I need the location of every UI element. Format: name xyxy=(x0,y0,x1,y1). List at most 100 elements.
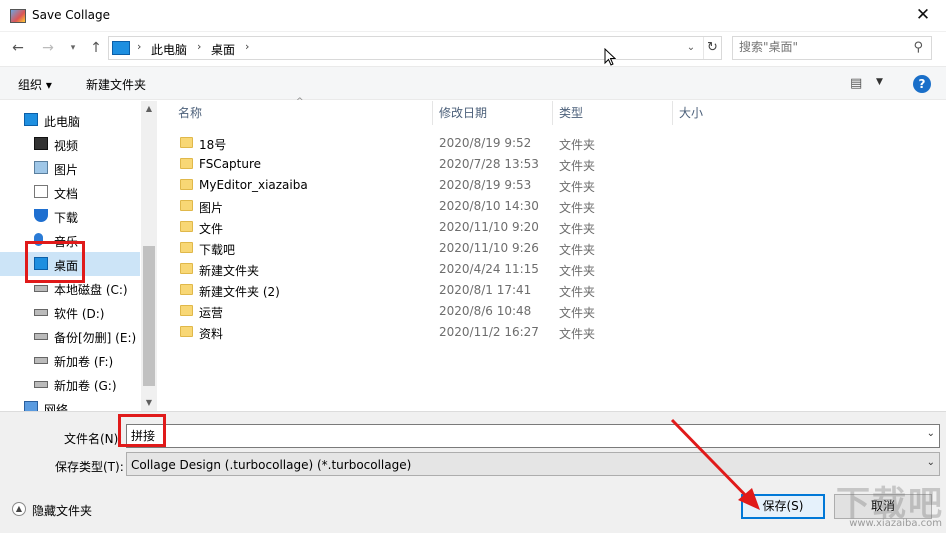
file-type: 文件夹 xyxy=(559,159,596,173)
file-type: 文件夹 xyxy=(559,201,596,215)
search-icon[interactable]: ⚲ xyxy=(913,40,923,55)
search-input[interactable] xyxy=(739,40,899,54)
sidebar-item[interactable]: 此电脑 xyxy=(0,108,140,132)
filename-field[interactable]: ⌄ xyxy=(126,424,940,448)
sidebar-item-label: 网络 xyxy=(44,403,69,411)
folder-icon xyxy=(180,284,193,295)
file-date: 2020/8/6 10:48 xyxy=(439,304,532,318)
sidebar-item[interactable]: 新加卷 (G:) xyxy=(0,372,140,396)
sidebar-item-label: 下载 xyxy=(54,211,79,225)
column-header-date[interactable]: 修改日期 xyxy=(433,101,553,125)
file-name: MyEditor_xiazaiba xyxy=(199,178,308,192)
sidebar-item[interactable]: 文档 xyxy=(0,180,140,204)
documents-icon xyxy=(34,185,48,198)
sidebar-item-label: 此电脑 xyxy=(44,115,81,129)
folder-icon xyxy=(180,179,193,190)
file-row[interactable]: 新建文件夹 (2) 2020/8/1 17:41 文件夹 xyxy=(166,280,606,301)
file-row[interactable]: 资料 2020/11/2 16:27 文件夹 xyxy=(166,322,606,343)
file-name: 资料 xyxy=(199,327,224,341)
file-type: 文件夹 xyxy=(559,285,596,299)
breadcrumb-separator[interactable]: › xyxy=(245,40,249,53)
breadcrumb-this-pc[interactable]: 此电脑 xyxy=(151,41,187,58)
search-box[interactable]: ⚲ xyxy=(732,36,932,60)
folder-icon xyxy=(180,137,193,148)
folder-icon xyxy=(180,221,193,232)
column-headers: 名称 修改日期 类型 大小 ^ xyxy=(158,97,946,125)
file-row[interactable]: MyEditor_xiazaiba 2020/8/19 9:53 文件夹 xyxy=(166,175,606,196)
back-button[interactable]: ← xyxy=(8,38,28,58)
breadcrumb-separator: › xyxy=(137,40,142,53)
file-type: 文件夹 xyxy=(559,264,596,278)
breadcrumb-desktop[interactable]: 桌面 xyxy=(211,41,235,58)
annotation-box-filename xyxy=(118,414,166,447)
toolbar: 组织 ▾ 新建文件夹 ▤ ▼ ? xyxy=(0,66,946,100)
scroll-thumb[interactable] xyxy=(143,246,155,386)
file-date: 2020/4/24 11:15 xyxy=(439,262,539,276)
app-icon xyxy=(10,9,26,23)
sidebar-item[interactable]: 视频 xyxy=(0,132,140,156)
file-type: 文件夹 xyxy=(559,222,596,236)
filetype-dropdown-icon[interactable]: ⌄ xyxy=(927,457,935,468)
column-header-size[interactable]: 大小 xyxy=(673,101,793,125)
forward-button[interactable]: → xyxy=(38,38,58,58)
video-icon xyxy=(34,137,48,150)
file-row[interactable]: FSCapture 2020/7/28 13:53 文件夹 xyxy=(166,154,606,175)
folder-icon xyxy=(180,200,193,211)
folder-icon xyxy=(180,263,193,274)
watermark-site: www.xiazaiba.com xyxy=(849,518,942,529)
sidebar-item-label: 软件 (D:) xyxy=(54,307,105,321)
address-bar[interactable]: › 此电脑 › 桌面 › ⌄ ↻ xyxy=(108,36,722,60)
filename-dropdown-icon[interactable]: ⌄ xyxy=(927,428,935,439)
collapse-icon[interactable]: ▲ xyxy=(12,502,26,516)
help-button[interactable]: ? xyxy=(913,75,931,93)
sidebar-item[interactable]: 新加卷 (F:) xyxy=(0,348,140,372)
refresh-button[interactable]: ↻ xyxy=(703,37,721,59)
sidebar-item[interactable]: 软件 (D:) xyxy=(0,300,140,324)
filetype-value: Collage Design (.turbocollage) (*.turboc… xyxy=(131,458,412,472)
organize-button[interactable]: 组织 ▾ xyxy=(18,76,52,93)
sidebar-item-label: 本地磁盘 (C:) xyxy=(54,283,128,297)
sidebar-item-label: 图片 xyxy=(54,163,79,177)
sidebar-item-label: 文档 xyxy=(54,187,79,201)
sidebar-item[interactable]: 图片 xyxy=(0,156,140,180)
column-header-type[interactable]: 类型 xyxy=(553,101,673,125)
filename-label: 文件名(N): xyxy=(64,432,123,446)
close-button[interactable]: ✕ xyxy=(900,0,946,32)
file-row[interactable]: 文件 2020/11/10 9:20 文件夹 xyxy=(166,217,606,238)
file-row[interactable]: 新建文件夹 2020/4/24 11:15 文件夹 xyxy=(166,259,606,280)
up-button[interactable]: ↑ xyxy=(86,38,106,58)
file-row[interactable]: 运营 2020/8/6 10:48 文件夹 xyxy=(166,301,606,322)
file-name: 文件 xyxy=(199,222,224,236)
file-row[interactable]: 下载吧 2020/11/10 9:26 文件夹 xyxy=(166,238,606,259)
file-row[interactable]: 图片 2020/8/10 14:30 文件夹 xyxy=(166,196,606,217)
navigation-pane-scrollbar[interactable]: ▲ ▼ xyxy=(141,101,157,411)
scroll-down-button[interactable]: ▼ xyxy=(141,395,157,411)
drive-icon xyxy=(34,357,48,364)
file-name: 新建文件夹 (2) xyxy=(199,285,280,299)
drive-icon xyxy=(34,333,48,340)
annotation-arrow xyxy=(670,418,760,510)
hide-folders-label[interactable]: 隐藏文件夹 xyxy=(32,502,92,519)
file-name: 18号 xyxy=(199,138,227,152)
file-date: 2020/8/19 9:53 xyxy=(439,178,532,192)
view-options-icon[interactable]: ▤ xyxy=(850,76,862,91)
view-dropdown-icon[interactable]: ▼ xyxy=(876,77,883,87)
network-icon xyxy=(24,401,38,411)
drive-icon xyxy=(34,285,48,292)
sidebar-item[interactable]: 下载 xyxy=(0,204,140,228)
file-row[interactable]: 18号 2020/8/19 9:52 文件夹 xyxy=(166,133,606,154)
drive-icon xyxy=(34,309,48,316)
address-dropdown-button[interactable]: ⌄ xyxy=(683,39,699,57)
pc-icon xyxy=(24,113,38,126)
sidebar-item[interactable]: 网络 xyxy=(0,396,140,411)
recent-locations-button[interactable]: ▾ xyxy=(63,38,83,58)
folder-icon xyxy=(180,326,193,337)
sidebar-item[interactable]: 备份[勿删] (E:) xyxy=(0,324,140,348)
scroll-up-button[interactable]: ▲ xyxy=(141,101,157,117)
file-type: 文件夹 xyxy=(559,327,596,341)
file-type: 文件夹 xyxy=(559,243,596,257)
annotation-box-desktop xyxy=(25,241,85,283)
file-type: 文件夹 xyxy=(559,180,596,194)
new-folder-button[interactable]: 新建文件夹 xyxy=(86,76,146,93)
filetype-select[interactable]: Collage Design (.turbocollage) (*.turboc… xyxy=(126,452,940,476)
